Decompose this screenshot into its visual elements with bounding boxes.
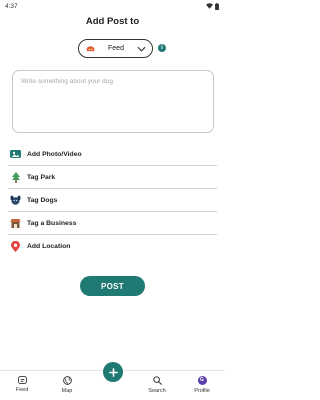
add-photo-video-option[interactable]: Add Photo/Video bbox=[8, 143, 217, 166]
nav-feed[interactable]: Feed bbox=[7, 376, 37, 393]
post-text-input[interactable] bbox=[12, 70, 214, 133]
option-label: Tag Park bbox=[27, 173, 56, 181]
add-location-option[interactable]: Add Location bbox=[8, 235, 217, 258]
info-icon[interactable]: i bbox=[158, 44, 166, 52]
photo-video-icon bbox=[10, 149, 21, 160]
option-label: Tag Dogs bbox=[27, 196, 58, 204]
status-bar: 4:37 bbox=[0, 0, 225, 12]
chevron-down-icon bbox=[137, 46, 146, 52]
tag-dogs-option[interactable]: Tag Dogs bbox=[8, 189, 217, 212]
business-icon bbox=[10, 218, 21, 229]
nav-label: Search bbox=[148, 388, 166, 394]
nav-label: Map bbox=[61, 388, 73, 394]
feed-selector-value: Feed bbox=[108, 45, 124, 52]
feed-icon bbox=[86, 46, 95, 52]
plus-icon bbox=[108, 367, 118, 377]
status-icons bbox=[206, 2, 219, 10]
add-post-nav-button[interactable] bbox=[103, 362, 123, 382]
option-label: Tag a Business bbox=[27, 219, 77, 227]
nav-search[interactable]: Search bbox=[142, 376, 172, 394]
dog-icon bbox=[10, 195, 21, 206]
nav-label: Profile bbox=[194, 388, 210, 394]
tag-business-option[interactable]: Tag a Business bbox=[8, 212, 217, 235]
post-button[interactable]: POST bbox=[80, 276, 145, 296]
globe-icon bbox=[62, 376, 72, 385]
status-time: 4:37 bbox=[5, 2, 18, 10]
park-tree-icon bbox=[10, 171, 21, 183]
option-label: Add Location bbox=[27, 243, 71, 250]
search-icon bbox=[152, 376, 162, 385]
bottom-nav: Feed Map Search G Profile bbox=[0, 362, 225, 400]
battery-icon bbox=[215, 2, 219, 10]
option-label: Add Photo/Video bbox=[27, 150, 82, 158]
feed-selector[interactable]: Feed bbox=[78, 39, 153, 58]
nav-profile[interactable]: G Profile bbox=[187, 376, 217, 394]
tag-park-option[interactable]: Tag Park bbox=[8, 166, 217, 189]
nav-map[interactable]: Map bbox=[52, 376, 82, 394]
wifi-icon bbox=[206, 3, 213, 9]
post-options-list: Add Photo/Video Tag Park Tag Dogs Tag a … bbox=[8, 143, 217, 258]
feed-nav-icon bbox=[17, 376, 27, 384]
location-pin-icon bbox=[10, 241, 21, 252]
avatar: G bbox=[197, 376, 207, 385]
nav-label: Feed bbox=[15, 387, 29, 393]
page-title: Add Post to bbox=[85, 16, 140, 27]
